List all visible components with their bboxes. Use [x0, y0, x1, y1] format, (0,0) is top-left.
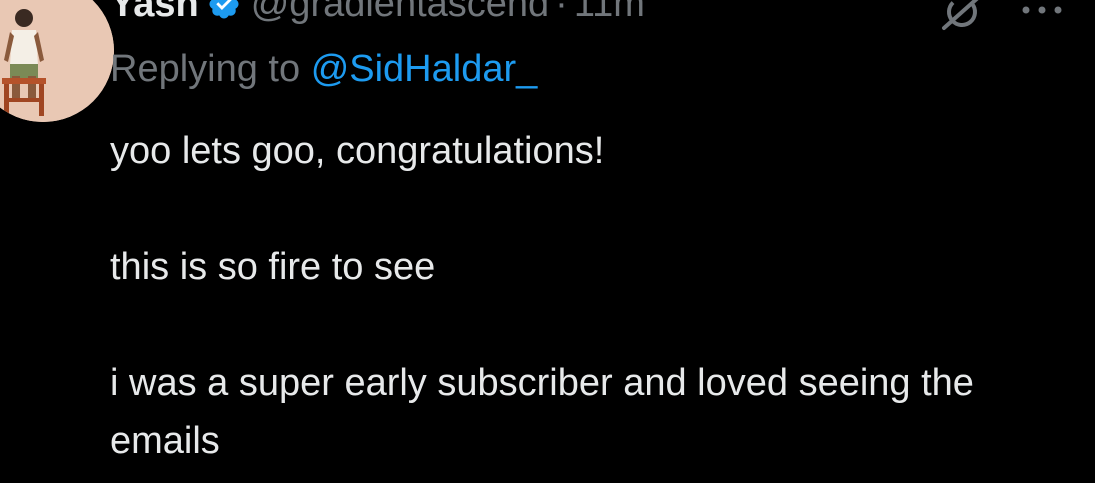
grok-icon[interactable] — [938, 0, 986, 32]
more-icon[interactable] — [1018, 2, 1066, 18]
tweet-paragraph: yoo lets goo, congratulations! — [110, 130, 605, 172]
replying-prefix: Replying to — [110, 48, 301, 90]
tweet[interactable]: Yash @gradientascend · 11m Replying to @… — [0, 0, 1095, 483]
timestamp[interactable]: 11m — [574, 0, 645, 26]
verified-badge-icon[interactable] — [207, 0, 241, 21]
avatar-image — [0, 0, 114, 122]
separator-dot: · — [555, 0, 568, 25]
replying-to: Replying to @SidHaldar_ — [110, 48, 537, 91]
display-name[interactable]: Yash — [110, 0, 199, 26]
tweet-paragraph: this is so fire to see — [110, 246, 436, 288]
tweet-text: yoo lets goo, congratulations! this is s… — [110, 122, 1070, 470]
tweet-paragraph: i was a super early subscriber and loved… — [110, 362, 974, 462]
user-handle[interactable]: @gradientascend — [251, 0, 549, 26]
mention-link[interactable]: @SidHaldar_ — [311, 48, 538, 90]
tweet-header: Yash @gradientascend · 11m — [110, 0, 645, 30]
avatar[interactable] — [0, 0, 114, 122]
